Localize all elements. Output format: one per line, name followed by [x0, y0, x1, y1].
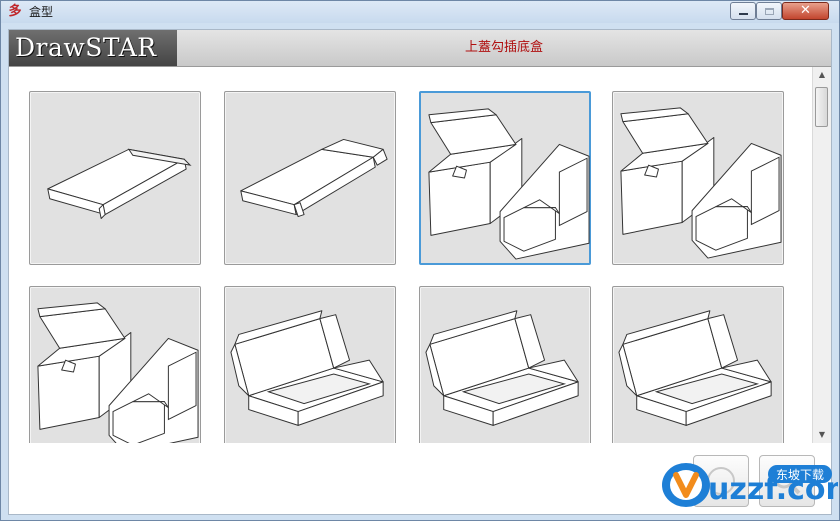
drawstar-app-icon[interactable]: 多 — [7, 4, 23, 20]
maximize-icon — [764, 7, 774, 15]
maximize-button[interactable] — [756, 2, 782, 20]
confirm-icon — [707, 467, 735, 495]
box-type-tile[interactable] — [419, 91, 591, 265]
close-button[interactable]: ✕ — [782, 2, 829, 20]
bottom-action-bar — [9, 443, 831, 514]
scroll-thumb[interactable] — [815, 87, 828, 127]
app-window: 多 盒型 ✕ DrawSTAR 上蓋勾插底盒 ▲ ▼ — [0, 0, 840, 521]
minimize-icon — [738, 13, 748, 15]
box-diagram-mailer-box — [230, 310, 384, 426]
box-type-tile[interactable] — [612, 91, 784, 265]
box-diagram-tray-flat-tuck — [240, 138, 388, 218]
close-icon: ✕ — [800, 3, 811, 18]
search-icon — [773, 467, 801, 495]
box-diagram-tray-flat — [47, 148, 192, 220]
window-title: 盒型 — [29, 5, 54, 19]
scroll-up-icon[interactable]: ▲ — [814, 67, 830, 83]
box-type-tile[interactable] — [612, 286, 784, 443]
dialog-client-area: DrawSTAR 上蓋勾插底盒 ▲ ▼ — [8, 29, 832, 515]
box-diagram-mailer-box — [618, 310, 772, 426]
box-type-tile[interactable] — [419, 286, 591, 443]
box-type-grid — [9, 67, 812, 443]
box-type-tile[interactable] — [224, 286, 396, 443]
box-type-title: 上蓋勾插底盒 — [464, 40, 543, 55]
header-bar: DrawSTAR 上蓋勾插底盒 — [9, 30, 831, 67]
vertical-scrollbar[interactable]: ▲ ▼ — [812, 67, 831, 443]
box-type-tile[interactable] — [224, 91, 396, 265]
search-button[interactable] — [759, 455, 815, 507]
box-diagram-tuck-box-opened — [620, 107, 782, 259]
title-bar: 多 盒型 ✕ — [1, 1, 839, 23]
box-diagram-tuck-box-opened — [37, 302, 199, 443]
box-type-tile[interactable] — [29, 91, 201, 265]
box-diagram-tuck-box-opened — [428, 108, 590, 260]
confirm-button[interactable] — [693, 455, 749, 507]
scroll-down-icon[interactable]: ▼ — [814, 427, 830, 443]
box-type-tile[interactable] — [29, 286, 201, 443]
box-diagram-mailer-box — [425, 310, 579, 426]
minimize-button[interactable] — [730, 2, 756, 20]
drawstar-logo: DrawSTAR — [9, 30, 177, 66]
